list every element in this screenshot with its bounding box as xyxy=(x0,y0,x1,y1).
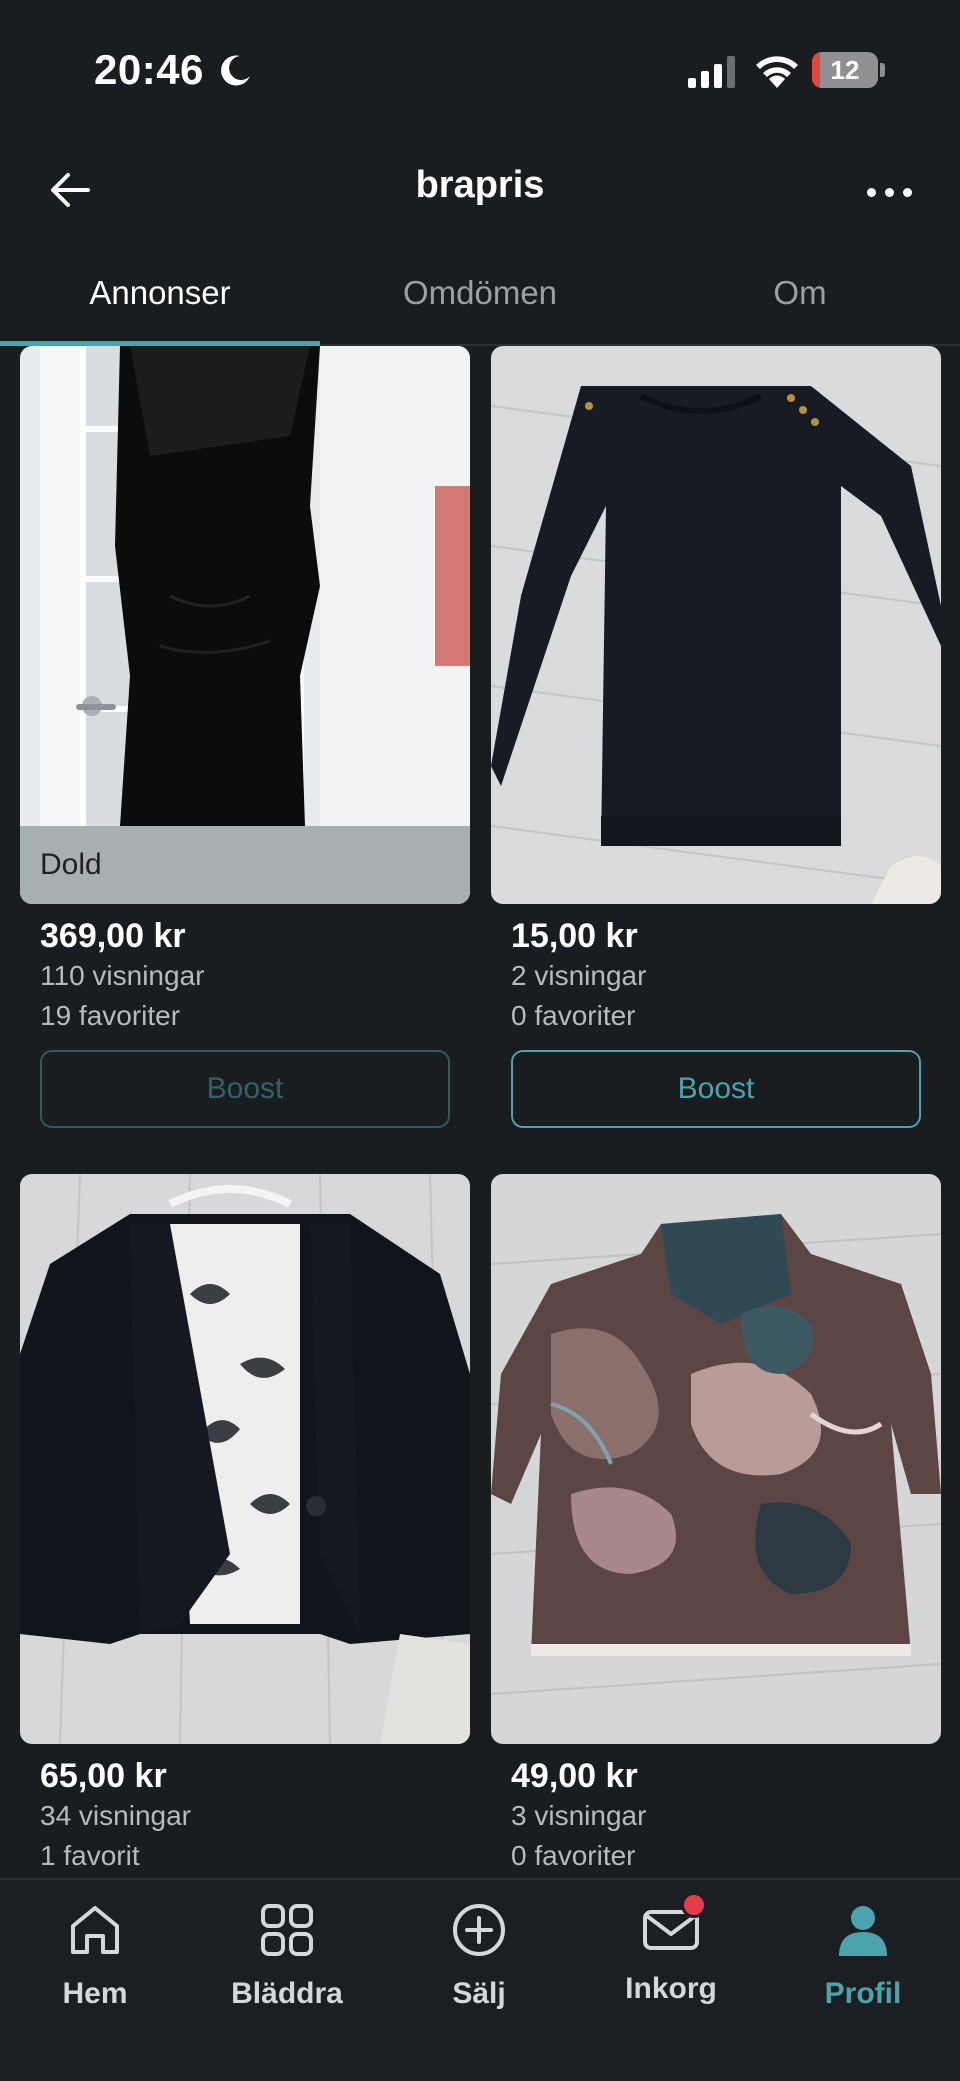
listing-card[interactable]: 15,00 kr 2 visningar 0 favoriter Boost xyxy=(491,346,941,1128)
tab-bar: Annonser Omdömen Om xyxy=(0,250,960,346)
listing-image xyxy=(20,346,470,904)
listings-grid: Dold 369,00 kr 110 visningar 19 favorite… xyxy=(0,346,960,1878)
listing-favorites: 1 favorit xyxy=(40,1840,140,1871)
nav-item-bladdra[interactable]: Bläddra xyxy=(192,1900,382,2011)
listing-price: 65,00 kr xyxy=(40,1757,167,1795)
listing-views: 3 visningar xyxy=(511,1800,647,1831)
black-dress-photo[interactable]: Dold xyxy=(20,346,470,904)
listing-card[interactable]: Dold 369,00 kr 110 visningar 19 favorite… xyxy=(20,346,470,1128)
listing-price: 49,00 kr xyxy=(511,1757,638,1795)
listing-image xyxy=(491,346,941,904)
header: brapris xyxy=(0,140,960,250)
listing-favorites: 0 favoriter xyxy=(511,1000,636,1031)
page-title: brapris xyxy=(415,164,545,206)
listing-favorites: 0 favoriter xyxy=(511,1840,636,1871)
wifi-icon xyxy=(756,56,798,88)
listing-image xyxy=(491,1174,941,1744)
battery-icon: 12 xyxy=(812,52,878,88)
status-bar: 20:46 12 xyxy=(0,0,960,140)
battery-level-text: 12 xyxy=(830,55,860,85)
nav-label: Profil xyxy=(824,1977,902,2010)
bottom-nav: Hem Bläddra Sälj Inkorg Profil xyxy=(0,1878,960,2081)
more-horizontal-icon xyxy=(866,187,876,197)
nav-label: Hem xyxy=(62,1977,128,2010)
mail-icon xyxy=(641,1892,707,1960)
grid-icon xyxy=(261,1904,313,1956)
nav-label: Sälj xyxy=(452,1977,506,2010)
marble-print-top-photo[interactable] xyxy=(491,1174,941,1744)
listing-views: 110 visningar xyxy=(40,960,205,991)
listing-card[interactable]: 65,00 kr 34 visningar 1 favorit xyxy=(20,1174,470,1876)
listing-card[interactable]: 49,00 kr 3 visningar 0 favoriter xyxy=(491,1174,941,1876)
tab-annonser[interactable]: Annonser xyxy=(0,250,320,346)
battery-cap xyxy=(880,63,885,77)
signal-icon xyxy=(688,56,735,88)
black-blazer-photo[interactable] xyxy=(20,1174,470,1744)
nav-label: Bläddra xyxy=(231,1977,343,2010)
listing-price: 369,00 kr xyxy=(40,917,186,955)
more-button[interactable] xyxy=(854,162,924,222)
tab-omdomen[interactable]: Omdömen xyxy=(320,250,640,344)
moon-icon xyxy=(221,55,250,86)
nav-item-salj[interactable]: Sälj xyxy=(384,1900,574,2011)
status-time: 20:46 xyxy=(94,46,204,93)
listing-favorites: 19 favoriter xyxy=(40,1000,181,1031)
nav-item-hem[interactable]: Hem xyxy=(0,1900,190,2011)
listing-views: 34 visningar xyxy=(40,1800,191,1831)
listing-views: 2 visningar xyxy=(511,960,647,991)
hidden-label: Dold xyxy=(20,826,470,904)
profile-icon xyxy=(839,1906,887,1956)
tab-om[interactable]: Om xyxy=(640,250,960,344)
listing-price: 15,00 kr xyxy=(511,917,638,955)
boost-button[interactable]: Boost xyxy=(511,1050,921,1128)
nav-item-inkorg[interactable]: Inkorg xyxy=(576,1892,766,2006)
listing-image xyxy=(20,1174,470,1744)
home-icon xyxy=(71,1906,119,1954)
nav-item-profil[interactable]: Profil xyxy=(768,1900,958,2011)
boost-button[interactable]: Boost xyxy=(40,1050,450,1128)
nav-label: Inkorg xyxy=(625,1972,717,2005)
notification-badge xyxy=(681,1892,707,1918)
navy-sweater-photo[interactable] xyxy=(491,346,941,904)
plus-circle-icon xyxy=(453,1904,505,1956)
